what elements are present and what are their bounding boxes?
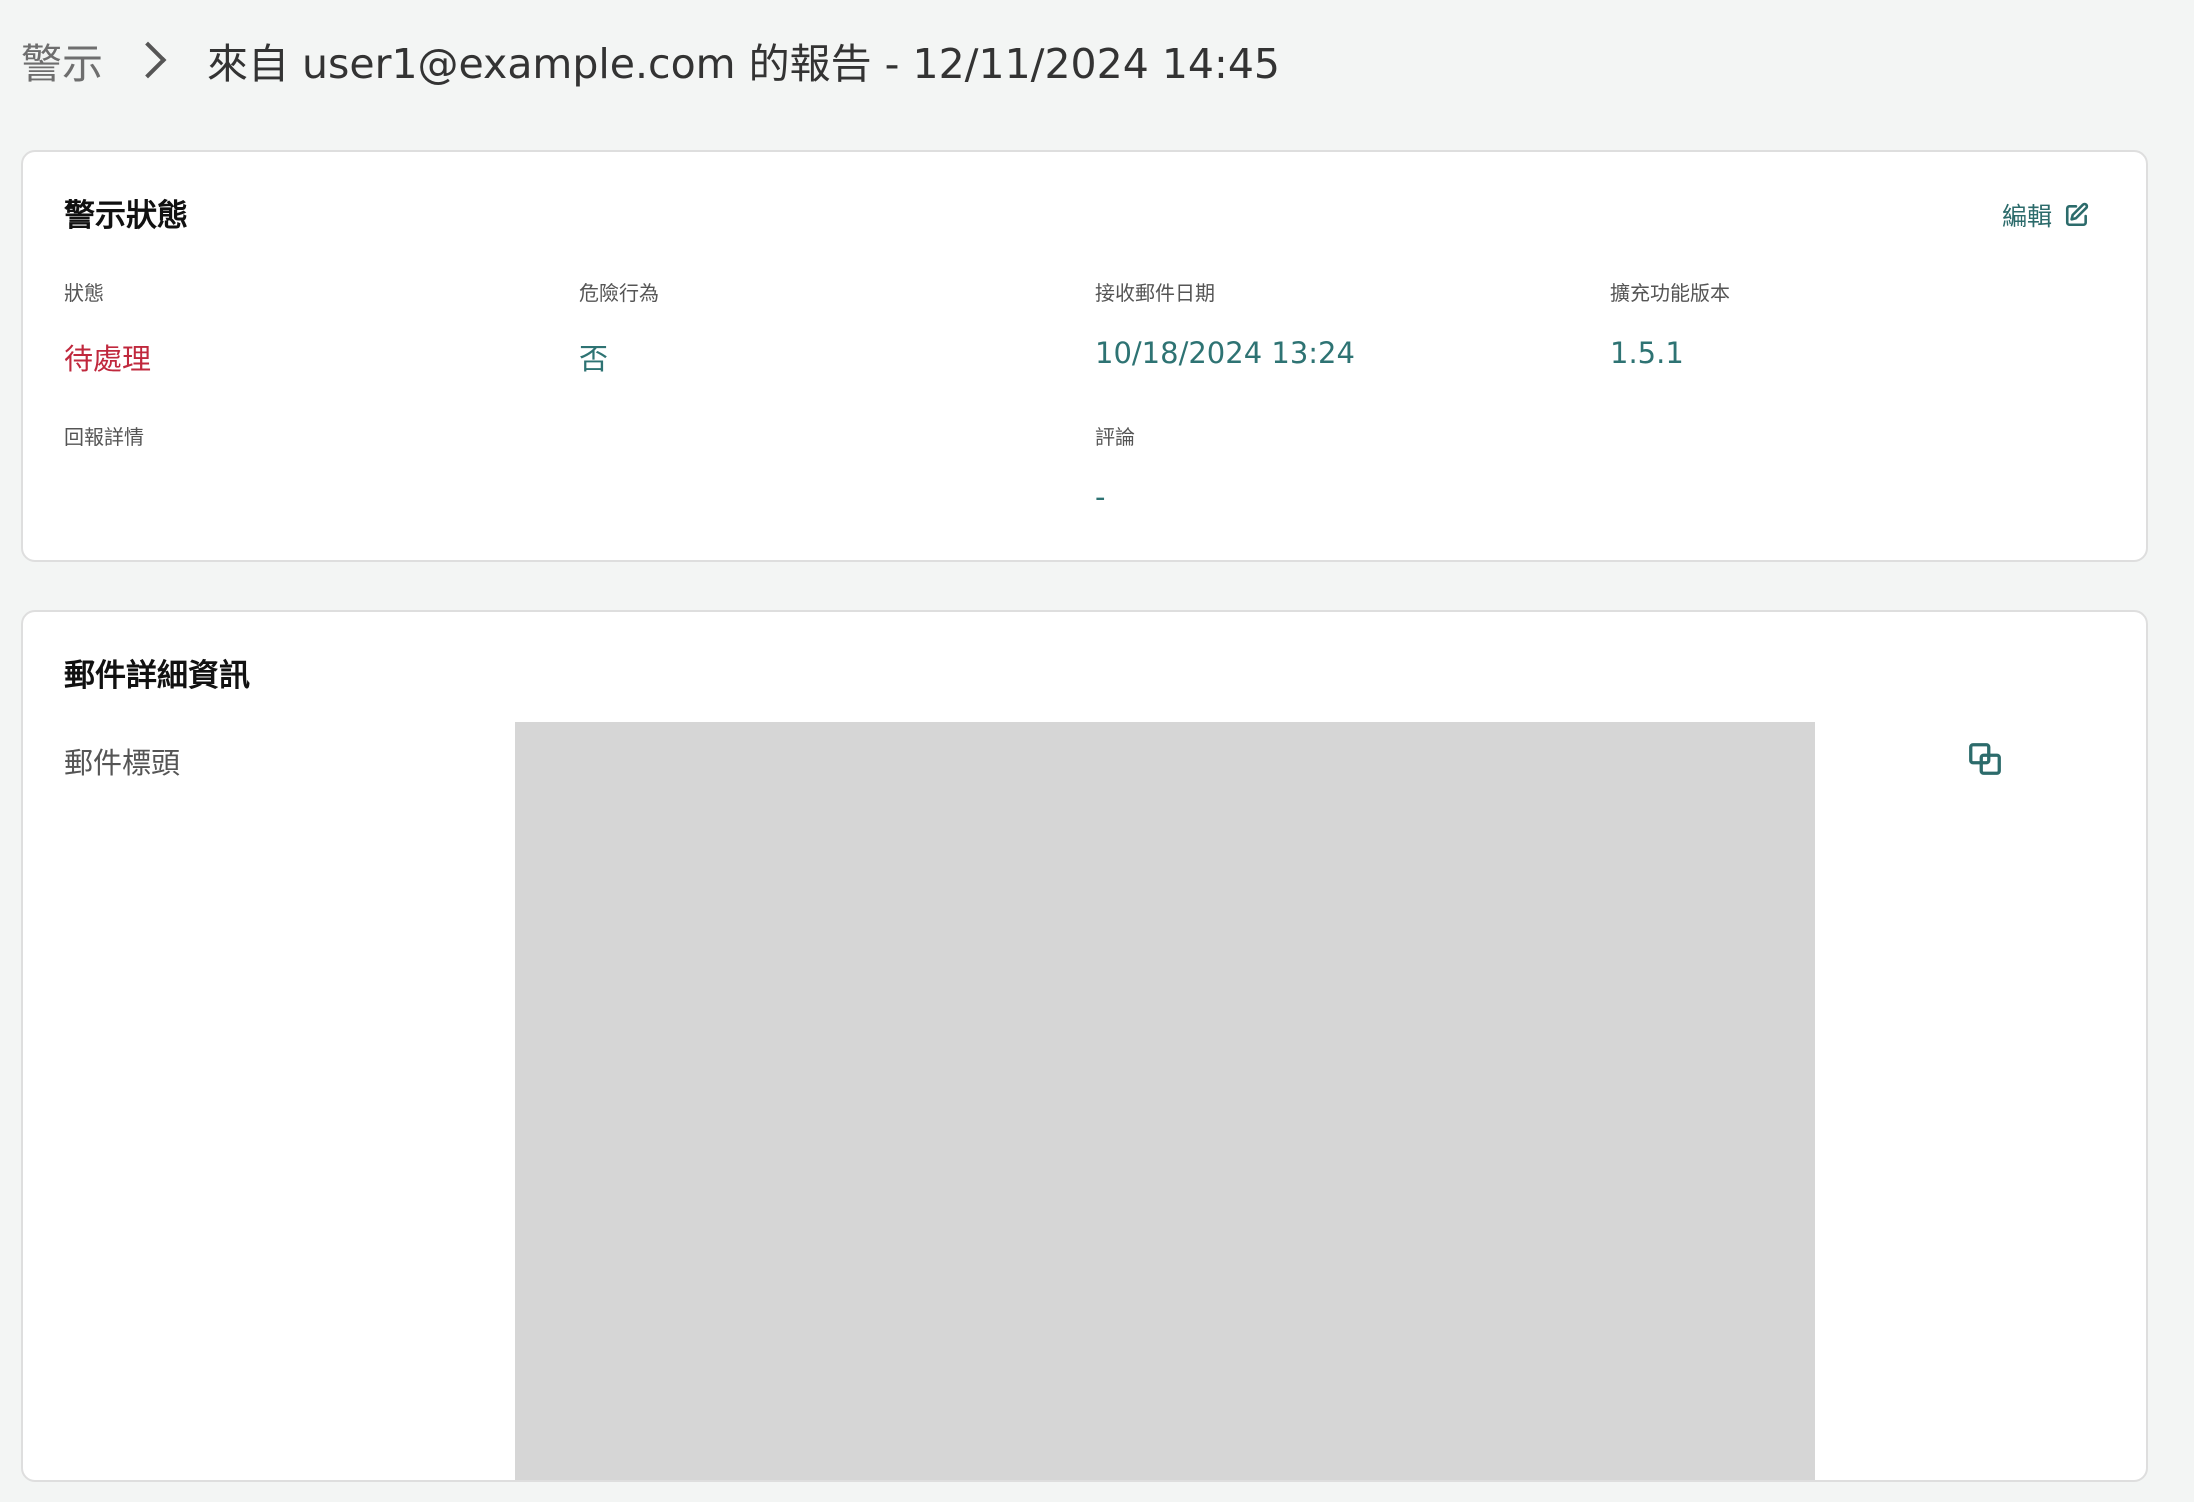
mail-details-title: 郵件詳細資訊 [64,658,250,694]
mail-headers-label: 郵件標頭 [64,746,181,780]
received-date-label: 接收郵件日期 [1095,281,1215,305]
breadcrumb-root-link[interactable]: 警示 [21,30,103,90]
edit-button[interactable]: 編輯 [2002,197,2090,233]
breadcrumb: 警示 來自 user1@example.com 的報告 - 12/11/2024… [21,30,1280,90]
edit-icon [2065,202,2089,227]
mail-headers-content [515,722,1815,1480]
chevron-right-icon [129,41,167,79]
copy-icon [1969,743,2001,775]
risky-behavior-value: 否 [579,342,609,376]
edit-label: 編輯 [2001,202,2052,231]
report-details-label: 回報詳情 [64,425,144,449]
copy-button[interactable] [1963,737,2007,781]
comment-value: - [1095,480,1106,514]
page-title: 來自 user1@example.com 的報告 - 12/11/2024 14… [207,40,1281,88]
comment-label: 評論 [1095,425,1135,449]
mail-details-card: 郵件詳細資訊 郵件標頭 [21,610,2148,1482]
extension-version-label: 擴充功能版本 [1610,281,1730,305]
alert-status-title: 警示狀態 [64,198,188,234]
status-label: 狀態 [64,281,104,305]
extension-version-value: 1.5.1 [1610,336,1684,370]
risky-behavior-label: 危險行為 [579,281,659,305]
received-date-value: 10/18/2024 13:24 [1095,336,1355,370]
status-value: 待處理 [64,342,152,376]
alert-status-card: 警示狀態 編輯 狀態 待處理 危險行為 否 接收郵件日期 10/18/2024 … [21,150,2148,562]
